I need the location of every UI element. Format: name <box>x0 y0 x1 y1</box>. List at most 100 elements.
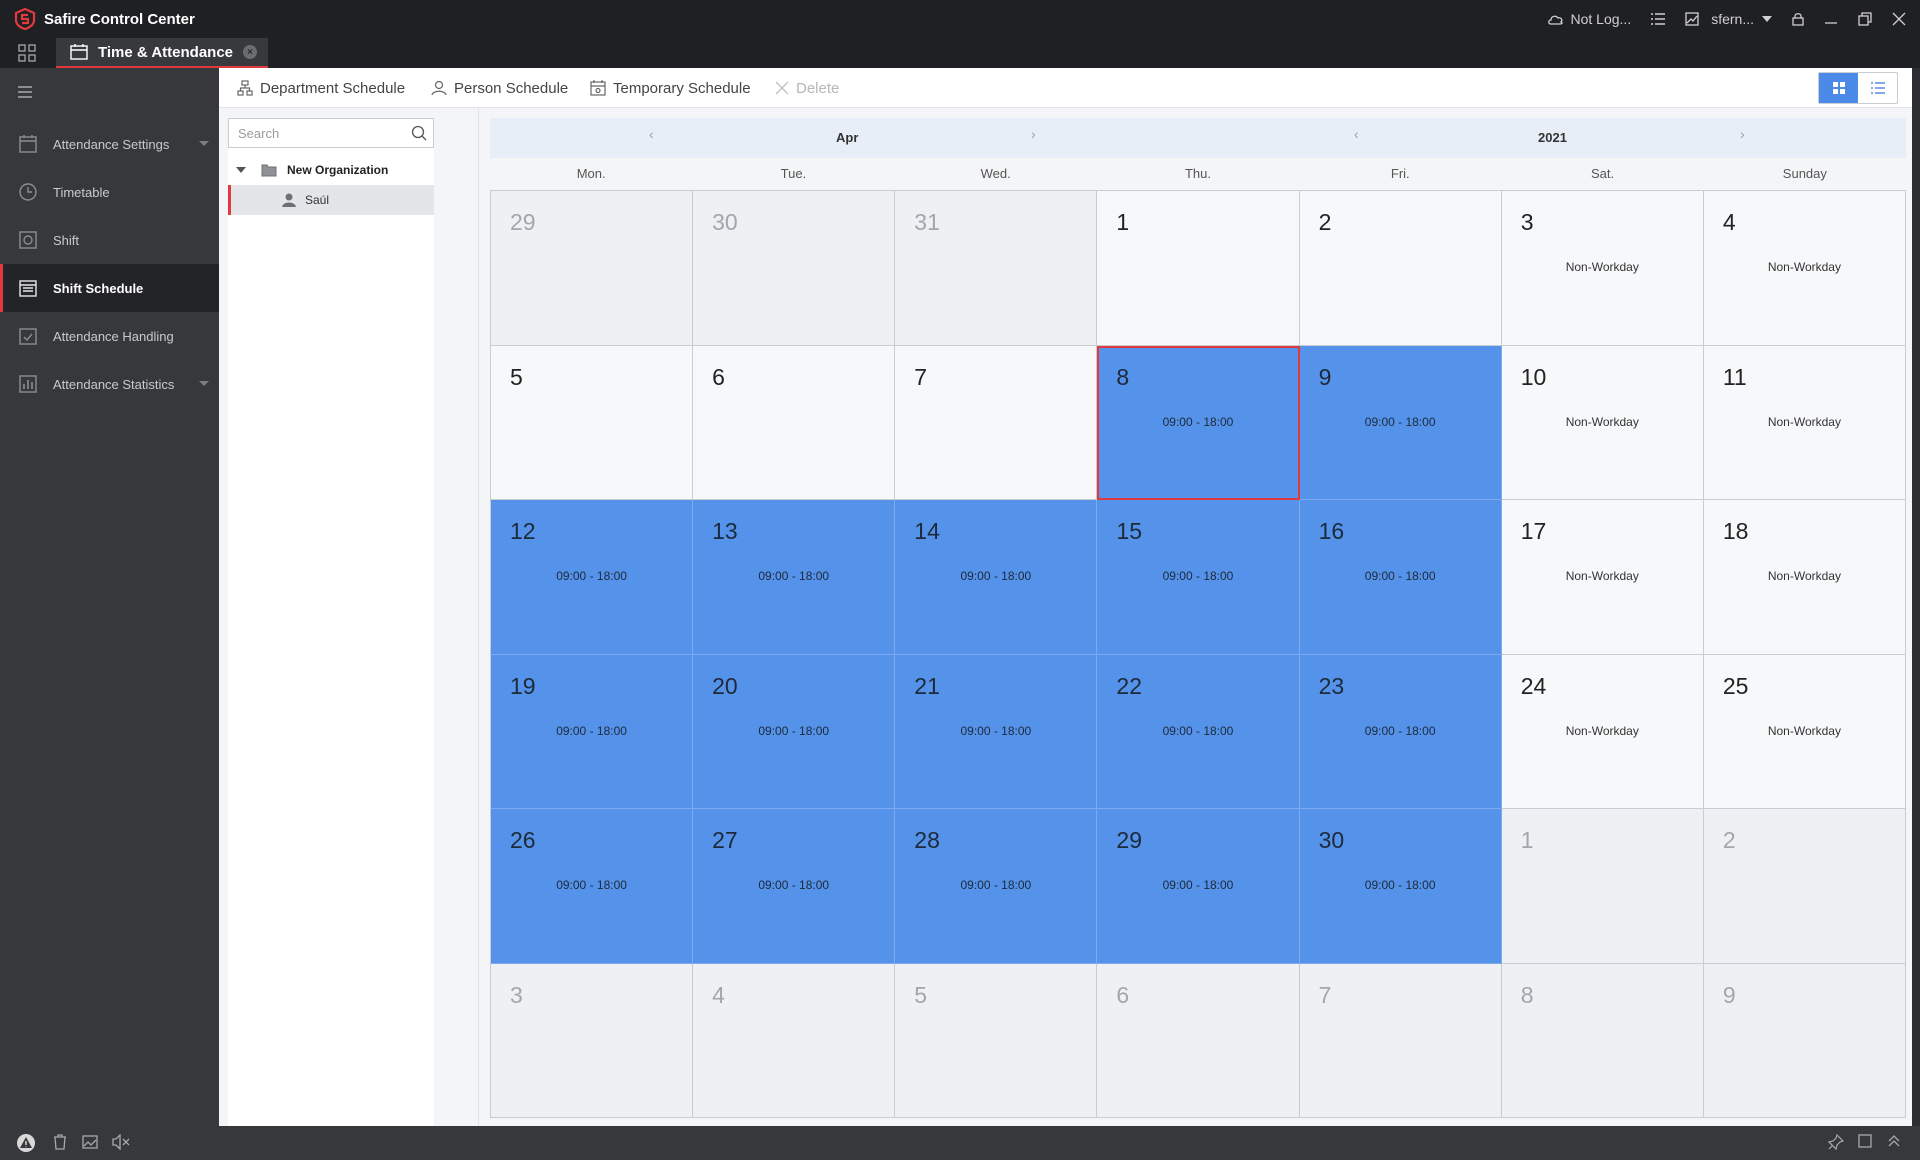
user-menu[interactable]: sfern... <box>1685 11 1772 27</box>
calendar-day-cell[interactable]: 28 09:00 - 18:00 <box>895 809 1098 964</box>
calendar-day-cell[interactable]: 7 <box>895 345 1098 500</box>
calendar-day-cell[interactable]: 13 09:00 - 18:00 <box>693 500 896 655</box>
person-schedule-button[interactable]: Person Schedule <box>431 68 568 108</box>
calendar-day-cell[interactable]: 18 Non-Workday <box>1703 500 1906 655</box>
lock-button[interactable] <box>1792 12 1804 26</box>
calendar-day-cell[interactable]: 30 <box>693 191 896 346</box>
calendar-day-cell[interactable]: 12 09:00 - 18:00 <box>491 500 694 655</box>
calendar-day-cell[interactable]: 2 <box>1299 191 1502 346</box>
task-list-button[interactable] <box>1651 13 1666 25</box>
calendar-day-cell[interactable]: 29 09:00 - 18:00 <box>1097 809 1300 964</box>
expand-caret-icon[interactable] <box>236 167 246 173</box>
tab-close-icon[interactable]: × <box>243 45 258 59</box>
calendar-day-cell[interactable]: 22 09:00 - 18:00 <box>1097 654 1300 809</box>
tree-node-person[interactable]: Saúl <box>228 185 434 215</box>
calendar-day-cell[interactable]: 29 <box>491 191 694 346</box>
calendar-day-cell[interactable]: 10 Non-Workday <box>1501 345 1704 500</box>
apps-grid-icon[interactable] <box>18 44 36 62</box>
clock-icon <box>19 183 37 201</box>
sidebar-item-attendance-settings[interactable]: Attendance Settings <box>0 120 219 168</box>
temporary-schedule-button[interactable]: Temporary Schedule <box>590 68 751 108</box>
statistics-icon <box>19 375 37 393</box>
search-icon[interactable] <box>411 125 427 141</box>
search-input[interactable] <box>229 119 405 147</box>
calendar-day-cell[interactable]: 14 09:00 - 18:00 <box>895 500 1098 655</box>
next-year-button[interactable]: › <box>1740 126 1745 142</box>
calendar-day-cell[interactable]: 9 09:00 - 18:00 <box>1299 345 1502 500</box>
non-workday-label: Non-Workday <box>1565 414 1639 429</box>
next-month-button[interactable]: › <box>1031 126 1036 142</box>
month-label: Apr <box>836 130 859 145</box>
tab-bar: Time & Attendance × <box>0 38 1920 68</box>
shift-time-label: 09:00 - 18:00 <box>758 878 830 892</box>
calendar-view-button[interactable] <box>1819 73 1858 103</box>
fullscreen-icon[interactable] <box>1858 1134 1872 1148</box>
department-schedule-button[interactable]: Department Schedule <box>237 68 405 108</box>
prev-year-button[interactable]: ‹ <box>1354 126 1359 142</box>
day-number: 6 <box>1116 981 1130 1008</box>
trash-icon[interactable] <box>53 1134 67 1150</box>
sidebar-item-timetable[interactable]: Timetable <box>0 168 219 216</box>
chevron-down-icon <box>1762 16 1772 22</box>
calendar-day-cell[interactable]: 11 Non-Workday <box>1703 345 1906 500</box>
day-number: 3 <box>510 981 523 1008</box>
shift-time-label: 09:00 - 18:00 <box>1364 569 1436 583</box>
sidebar-item-label: Attendance Statistics <box>53 376 175 392</box>
calendar-day-cell[interactable]: 30 09:00 - 18:00 <box>1299 809 1502 964</box>
calendar-day-cell[interactable]: 25 Non-Workday <box>1703 654 1906 809</box>
calendar-day-cell[interactable]: 24 Non-Workday <box>1501 654 1704 809</box>
collapse-up-icon[interactable] <box>1887 1134 1901 1148</box>
calendar-day-cell[interactable]: 27 09:00 - 18:00 <box>693 809 896 964</box>
day-number: 22 <box>1116 672 1143 699</box>
calendar-day-cell[interactable]: 17 Non-Workday <box>1501 500 1704 655</box>
list-view-button[interactable] <box>1858 73 1897 103</box>
calendar-day-cell[interactable]: 2 <box>1703 809 1906 964</box>
day-number: 13 <box>712 518 738 544</box>
pin-icon[interactable] <box>1828 1134 1844 1150</box>
calendar-day-cell[interactable]: 15 09:00 - 18:00 <box>1097 500 1300 655</box>
calendar-day-cell[interactable]: 8 <box>1501 963 1704 1118</box>
menu-icon[interactable] <box>18 86 32 98</box>
cloud-status[interactable]: Not Log... <box>1547 11 1631 27</box>
delete-button[interactable]: Delete <box>775 68 839 108</box>
calendar-day-cell[interactable]: 31 <box>895 191 1098 346</box>
restore-button[interactable] <box>1858 12 1872 26</box>
calendar-icon <box>70 44 88 60</box>
image-icon[interactable] <box>82 1134 98 1150</box>
day-number: 12 <box>510 518 536 544</box>
day-number: 18 <box>1722 518 1749 544</box>
calendar-day-cell[interactable]: 26 09:00 - 18:00 <box>491 809 694 964</box>
calendar-day-cell[interactable]: 23 09:00 - 18:00 <box>1299 654 1502 809</box>
sidebar-item-shift-schedule[interactable]: Shift Schedule <box>0 264 219 312</box>
mute-icon[interactable] <box>112 1134 130 1150</box>
calendar-day-cell[interactable]: 7 <box>1299 963 1502 1118</box>
calendar-day-cell[interactable]: 3 <box>491 963 694 1118</box>
calendar-day-cell[interactable]: 4 Non-Workday <box>1703 191 1906 346</box>
calendar-day-cell[interactable]: 9 <box>1703 963 1906 1118</box>
calendar-day-cell[interactable]: 21 09:00 - 18:00 <box>895 654 1098 809</box>
tree-node-organization[interactable]: New Organization <box>228 156 434 184</box>
calendar-day-cell[interactable]: 4 <box>693 963 896 1118</box>
calendar-day-cell[interactable]: 16 09:00 - 18:00 <box>1299 500 1502 655</box>
sidebar-item-attendance-statistics[interactable]: Attendance Statistics <box>0 360 219 408</box>
temporary-calendar-icon <box>590 80 606 96</box>
calendar-day-cell[interactable]: 6 <box>1097 963 1300 1118</box>
sidebar-item-shift[interactable]: Shift <box>0 216 219 264</box>
calendar-day-cell[interactable]: 20 09:00 - 18:00 <box>693 654 896 809</box>
calendar-day-cell[interactable]: 5 <box>491 345 694 500</box>
tab-time-attendance[interactable]: Time & Attendance × <box>56 38 268 68</box>
main-content: Department Schedule Person Schedule Temp… <box>219 68 1912 1126</box>
close-window-button[interactable] <box>1892 12 1906 26</box>
minimize-button[interactable] <box>1824 12 1838 26</box>
calendar-day-cell[interactable]: 8 09:00 - 18:00 <box>1097 345 1300 500</box>
calendar-day-cell[interactable]: 19 09:00 - 18:00 <box>491 654 694 809</box>
calendar-day-cell[interactable]: 3 Non-Workday <box>1501 191 1704 346</box>
prev-month-button[interactable]: ‹ <box>649 126 654 142</box>
calendar-day-cell[interactable]: 1 <box>1501 809 1704 964</box>
department-schedule-label: Department Schedule <box>260 79 406 97</box>
alarm-warning-icon[interactable] <box>16 1133 36 1153</box>
calendar-day-cell[interactable]: 1 <box>1097 191 1300 346</box>
calendar-day-cell[interactable]: 6 <box>693 345 896 500</box>
calendar-day-cell[interactable]: 5 <box>895 963 1098 1118</box>
sidebar-item-attendance-handling[interactable]: Attendance Handling <box>0 312 219 360</box>
